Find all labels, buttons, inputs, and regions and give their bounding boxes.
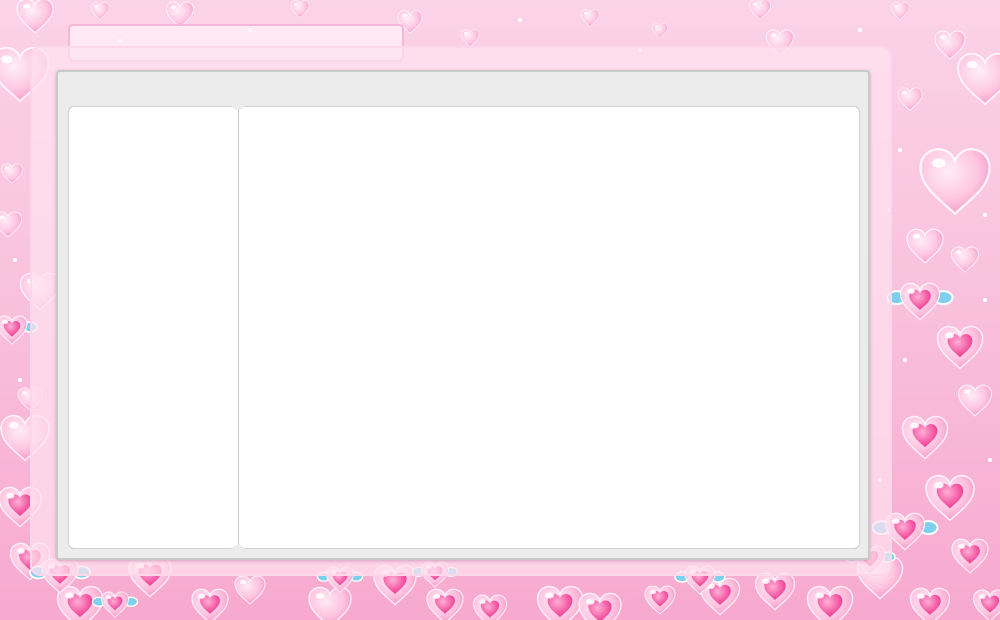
heart-icon (578, 592, 622, 620)
sparkle-dot (898, 148, 902, 152)
heart-icon (460, 29, 480, 47)
content-panel (56, 70, 870, 560)
heart-icon (890, 2, 910, 20)
heart-icon (290, 0, 310, 18)
sparkle-dot (18, 378, 22, 382)
sparkle-dot (983, 213, 987, 217)
sidebar-column[interactable] (68, 106, 238, 549)
sparkle-dot (983, 298, 987, 302)
heart-icon (754, 572, 796, 611)
heart-icon (0, 211, 22, 238)
heart-icon (957, 384, 993, 417)
heart-icon (580, 9, 600, 27)
heart-icon (90, 2, 110, 20)
heart-icon (957, 52, 1000, 106)
sparkle-dot (988, 458, 992, 462)
main-column[interactable] (238, 106, 860, 549)
heart-icon (234, 575, 266, 605)
heart-icon (951, 246, 979, 273)
heart-icon (925, 474, 975, 522)
heart-icon (906, 228, 944, 264)
heart-icon (191, 588, 229, 620)
heart-icon (16, 0, 54, 34)
heart-icon (909, 587, 951, 620)
heart-icon (972, 589, 1000, 620)
heart-icon (934, 30, 966, 60)
heart-icon (897, 87, 923, 111)
heart-icon (886, 282, 954, 321)
heart-icon (644, 585, 676, 615)
heart-icon (308, 586, 352, 620)
sparkle-dot (13, 258, 17, 262)
sparkle-dot (858, 28, 862, 32)
heart-icon (919, 148, 991, 215)
heart-icon (951, 538, 989, 574)
column-divider (238, 108, 239, 549)
heart-icon (901, 415, 949, 460)
heart-icon (426, 588, 464, 620)
heart-icon (936, 325, 984, 370)
sparkle-dot (518, 18, 522, 22)
heart-icon (536, 585, 584, 620)
heart-icon (472, 594, 508, 620)
sparkle-dot (903, 358, 907, 362)
heart-icon (652, 23, 668, 38)
heart-icon (1, 163, 23, 184)
heart-icon (749, 0, 771, 20)
heart-icon (806, 585, 854, 620)
